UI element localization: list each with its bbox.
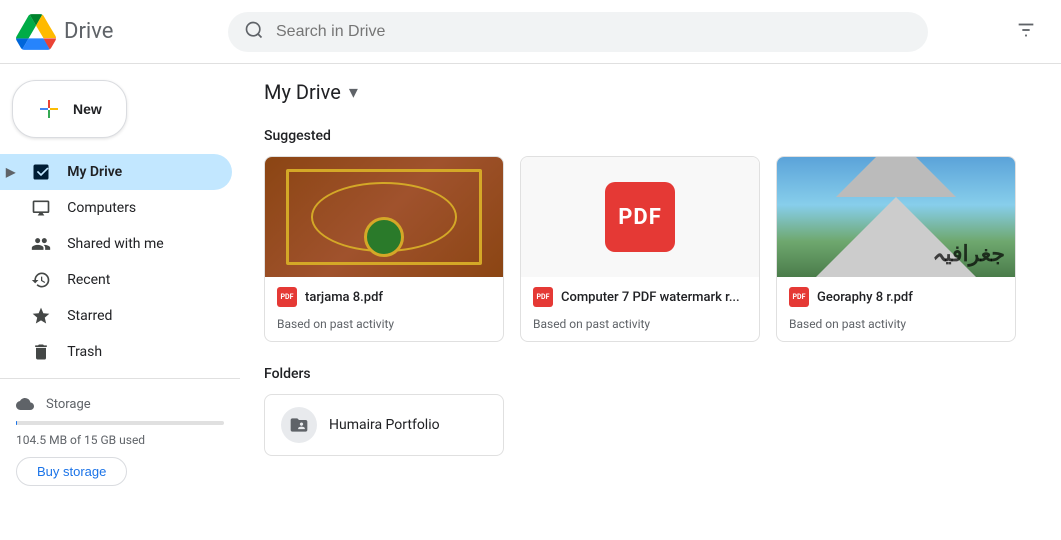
cloud-icon [16,395,34,413]
file-card-computer7[interactable]: PDF PDF Computer 7 PDF watermark r... Ba… [520,156,760,342]
card-thumbnail-tarjama [265,157,503,277]
pdf-icon-large: PDF [605,182,675,252]
plus-icon [37,97,61,121]
sidebar-item-my-drive-label: My Drive [67,164,122,180]
search-bar[interactable] [228,12,928,52]
storage-label: Storage [16,395,224,413]
sidebar: New ▶ My Drive ▶ Computers ▶ [0,64,240,540]
storage-bar [16,421,224,425]
expand-arrow: ▶ [6,165,15,179]
header-actions [1007,11,1045,52]
card-info-tarjama: PDF tarjama 8.pdf [265,277,503,317]
pdf-badge-georaphy: PDF [789,287,809,307]
sidebar-divider [0,378,240,379]
page-title: My Drive [264,80,341,104]
sidebar-item-shared-label: Shared with me [67,236,163,252]
geo-thumbnail: جغرافیہ [777,157,1015,277]
pdf-thumbnail: PDF [521,157,759,277]
search-icon [244,20,264,44]
card-filename-computer7: Computer 7 PDF watermark r... [561,290,740,305]
app-header: Drive [0,0,1061,64]
card-info-computer7: PDF Computer 7 PDF watermark r... [521,277,759,317]
card-sub-computer7: Based on past activity [521,317,759,341]
pdf-badge-computer7: PDF [533,287,553,307]
computers-icon [31,198,51,218]
content-area: My Drive ▾ Suggested PDF tarjama 8.pdf B… [240,64,1061,540]
sidebar-item-computers-label: Computers [67,200,136,216]
starred-icon [31,306,51,326]
pdf-badge-tarjama: PDF [277,287,297,307]
file-card-tarjama[interactable]: PDF tarjama 8.pdf Based on past activity [264,156,504,342]
sidebar-item-starred[interactable]: ▶ Starred [0,298,232,334]
sidebar-item-starred-label: Starred [67,308,112,324]
folder-item-humaira[interactable]: Humaira Portfolio [264,394,504,456]
buy-storage-button[interactable]: Buy storage [16,457,127,486]
sidebar-item-shared[interactable]: ▶ Shared with me [0,226,232,262]
chevron-down-icon[interactable]: ▾ [349,82,358,103]
logo-area: Drive [16,12,216,52]
content-header: My Drive ▾ [264,64,1037,116]
sidebar-item-computers[interactable]: ▶ Computers [0,190,232,226]
card-sub-georaphy: Based on past activity [777,317,1015,341]
app-title: Drive [64,19,113,44]
search-input[interactable] [276,23,912,41]
card-info-georaphy: PDF Georaphy 8 r.pdf [777,277,1015,317]
tarjama-center-circle [364,217,404,257]
sidebar-item-recent[interactable]: ▶ Recent [0,262,232,298]
storage-section: Storage 104.5 MB of 15 GB used Buy stora… [0,387,240,494]
trash-icon [31,342,51,362]
settings-button[interactable] [1007,11,1045,52]
filter-icon [1015,19,1037,41]
geo-text: جغرافیہ [932,242,1005,267]
main-layout: New ▶ My Drive ▶ Computers ▶ [0,64,1061,540]
my-drive-icon [31,162,51,182]
card-filename-georaphy: Georaphy 8 r.pdf [817,290,913,305]
recent-icon [31,270,51,290]
sidebar-item-trash[interactable]: ▶ Trash [0,334,232,370]
folder-name-humaira: Humaira Portfolio [329,417,440,433]
drive-logo-icon [16,12,56,52]
card-sub-tarjama: Based on past activity [265,317,503,341]
storage-bar-fill [16,421,17,425]
tarjama-thumbnail [265,157,503,277]
shared-icon [31,234,51,254]
card-thumbnail-computer7: PDF [521,157,759,277]
card-filename-tarjama: tarjama 8.pdf [305,290,383,305]
card-thumbnail-georaphy: جغرافیہ [777,157,1015,277]
suggested-files-row: PDF tarjama 8.pdf Based on past activity… [264,156,1037,342]
new-button[interactable]: New [12,80,127,138]
storage-used-text: 104.5 MB of 15 GB used [16,433,224,447]
new-button-label: New [73,101,102,117]
suggested-section-label: Suggested [264,128,1037,144]
file-card-georaphy[interactable]: جغرافیہ PDF Georaphy 8 r.pdf Based on pa… [776,156,1016,342]
folder-shared-icon [281,407,317,443]
sidebar-item-trash-label: Trash [67,344,102,360]
folders-section-label: Folders [264,366,1037,382]
sidebar-item-recent-label: Recent [67,272,110,288]
sidebar-item-my-drive[interactable]: ▶ My Drive [0,154,232,190]
